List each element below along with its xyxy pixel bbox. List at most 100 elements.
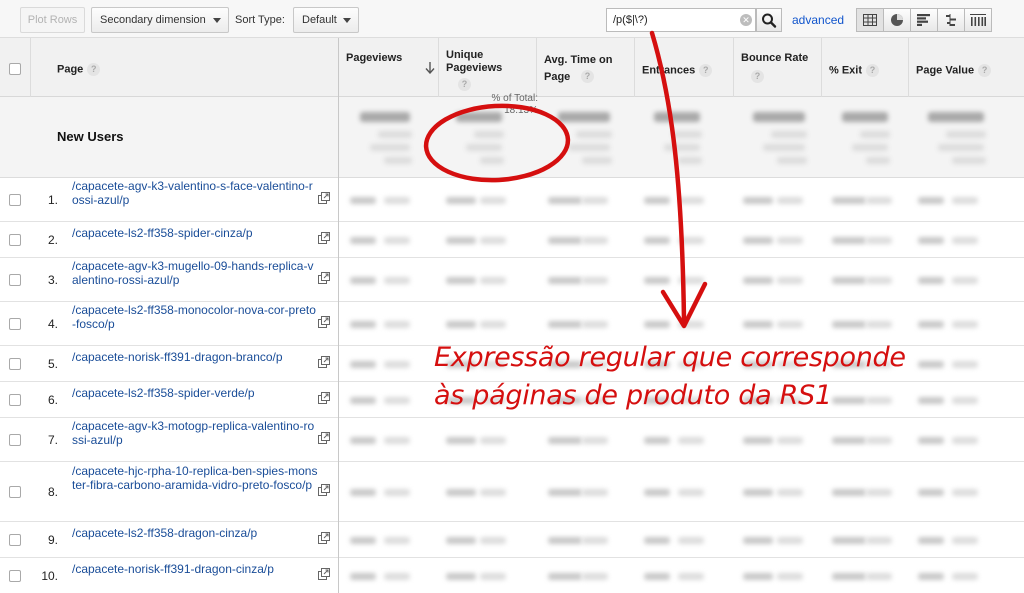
blurred-value bbox=[866, 537, 892, 544]
row-checkbox[interactable] bbox=[9, 534, 21, 546]
row-checkbox[interactable] bbox=[9, 570, 21, 582]
page-link[interactable]: /capacete-hjc-rpha-10-replica-ben-spies-… bbox=[72, 464, 318, 492]
blurred-value bbox=[474, 131, 504, 138]
blurred-value bbox=[866, 321, 892, 328]
blurred-value bbox=[743, 489, 773, 496]
blurred-value bbox=[832, 489, 866, 496]
blurred-value bbox=[568, 144, 610, 151]
column-header-unique-pageviews[interactable]: Unique Pageviews ? bbox=[438, 38, 536, 97]
blurred-value bbox=[384, 237, 410, 244]
row-checkbox[interactable] bbox=[9, 318, 21, 330]
page-link[interactable]: /capacete-norisk-ff391-dragon-cinza/p bbox=[72, 562, 318, 576]
clear-icon[interactable]: ✕ bbox=[740, 14, 752, 26]
help-icon[interactable]: ? bbox=[978, 64, 992, 77]
external-link-icon[interactable] bbox=[318, 192, 330, 204]
blurred-value bbox=[548, 437, 582, 444]
blurred-value bbox=[644, 537, 670, 544]
chevron-down-icon bbox=[343, 18, 351, 23]
external-link-icon[interactable] bbox=[318, 432, 330, 444]
table-view-icon bbox=[863, 14, 877, 26]
blurred-value bbox=[644, 489, 670, 496]
external-link-icon[interactable] bbox=[318, 356, 330, 368]
external-link-icon[interactable] bbox=[318, 272, 330, 284]
blurred-value bbox=[866, 277, 892, 284]
page-link[interactable]: /capacete-agv-k3-motogp-replica-valentin… bbox=[72, 419, 318, 447]
blurred-value bbox=[548, 237, 582, 244]
row-checkbox[interactable] bbox=[9, 358, 21, 370]
page-link[interactable]: /capacete-ls2-ff358-dragon-cinza/p bbox=[72, 526, 318, 540]
row-number: 7. bbox=[47, 433, 58, 447]
blurred-value bbox=[582, 573, 608, 580]
row-checkbox[interactable] bbox=[9, 234, 21, 246]
bar-view-button[interactable] bbox=[910, 8, 938, 32]
page-link[interactable]: /capacete-agv-k3-valentino-s-face-valent… bbox=[72, 179, 318, 207]
page-link[interactable]: /capacete-norisk-ff391-dragon-branco/p bbox=[72, 350, 318, 364]
blurred-value bbox=[918, 237, 944, 244]
external-link-icon[interactable] bbox=[318, 316, 330, 328]
row-checkbox[interactable] bbox=[9, 486, 21, 498]
help-icon[interactable]: ? bbox=[458, 78, 471, 91]
external-link-icon[interactable] bbox=[318, 232, 330, 244]
page-link[interactable]: /capacete-agv-k3-mugello-09-hands-replic… bbox=[72, 259, 318, 287]
external-link-icon[interactable] bbox=[318, 532, 330, 544]
select-all-checkbox[interactable] bbox=[9, 63, 21, 75]
page-link[interactable]: /capacete-ls2-ff358-spider-cinza/p bbox=[72, 226, 318, 240]
secondary-dimension-dropdown[interactable]: Secondary dimension bbox=[91, 7, 229, 33]
search-button[interactable] bbox=[756, 8, 782, 32]
blurred-value bbox=[384, 437, 410, 444]
blurred-value bbox=[952, 157, 986, 164]
external-link-icon[interactable] bbox=[318, 568, 330, 580]
page-link[interactable]: /capacete-ls2-ff358-monocolor-nova-cor-p… bbox=[72, 303, 318, 331]
row-checkbox[interactable] bbox=[9, 194, 21, 206]
help-icon[interactable]: ? bbox=[866, 64, 880, 77]
blurred-value bbox=[952, 437, 978, 444]
blurred-value bbox=[350, 489, 376, 496]
blurred-value bbox=[860, 131, 890, 138]
row-checkbox[interactable] bbox=[9, 394, 21, 406]
blurred-value bbox=[743, 197, 773, 204]
blurred-value bbox=[350, 277, 376, 284]
filter-search-input[interactable] bbox=[606, 8, 756, 32]
bar-view-icon bbox=[917, 14, 930, 26]
column-header-entrances[interactable]: Entrances? bbox=[634, 38, 733, 97]
blurred-value bbox=[938, 144, 984, 151]
row-checkbox[interactable] bbox=[9, 434, 21, 446]
advanced-filter-link[interactable]: advanced bbox=[792, 13, 844, 27]
blurred-value bbox=[777, 537, 803, 544]
help-icon[interactable]: ? bbox=[87, 63, 101, 76]
segment-label: New Users bbox=[57, 129, 124, 144]
column-header-bounce-rate[interactable]: Bounce Rate ? bbox=[733, 38, 821, 97]
row-checkbox[interactable] bbox=[9, 274, 21, 286]
column-header-page[interactable]: Page? bbox=[30, 38, 338, 97]
column-divider bbox=[338, 178, 339, 593]
external-link-icon[interactable] bbox=[318, 484, 330, 496]
blurred-value bbox=[378, 131, 412, 138]
external-link-icon[interactable] bbox=[318, 392, 330, 404]
help-icon[interactable]: ? bbox=[699, 64, 713, 77]
plot-rows-button[interactable]: Plot Rows bbox=[20, 7, 85, 33]
blurred-value bbox=[350, 197, 376, 204]
blurred-value bbox=[777, 437, 803, 444]
blurred-value bbox=[866, 573, 892, 580]
row-number: 6. bbox=[47, 393, 58, 407]
column-header-avg-time[interactable]: Avg. Time on Page ? bbox=[536, 38, 634, 97]
column-label: Page bbox=[57, 63, 84, 76]
page-link[interactable]: /capacete-ls2-ff358-spider-verde/p bbox=[72, 386, 318, 400]
help-icon[interactable]: ? bbox=[581, 70, 594, 83]
pie-view-button[interactable] bbox=[883, 8, 911, 32]
help-icon[interactable]: ? bbox=[751, 70, 764, 83]
blurred-value bbox=[654, 112, 700, 122]
blurred-value bbox=[480, 489, 506, 496]
column-header-page-value[interactable]: Page Value? bbox=[908, 38, 1024, 97]
column-header-pageviews[interactable]: Pageviews bbox=[338, 38, 438, 97]
table-view-button[interactable] bbox=[856, 8, 884, 32]
column-divider bbox=[338, 97, 339, 178]
sort-type-dropdown[interactable]: Default bbox=[293, 7, 359, 33]
column-header-exit[interactable]: % Exit? bbox=[821, 38, 908, 97]
comparison-view-button[interactable] bbox=[937, 8, 965, 32]
blurred-value bbox=[866, 437, 892, 444]
pivot-view-button[interactable] bbox=[964, 8, 992, 32]
blurred-value bbox=[350, 537, 376, 544]
blurred-value bbox=[946, 131, 986, 138]
blurred-value bbox=[777, 573, 803, 580]
